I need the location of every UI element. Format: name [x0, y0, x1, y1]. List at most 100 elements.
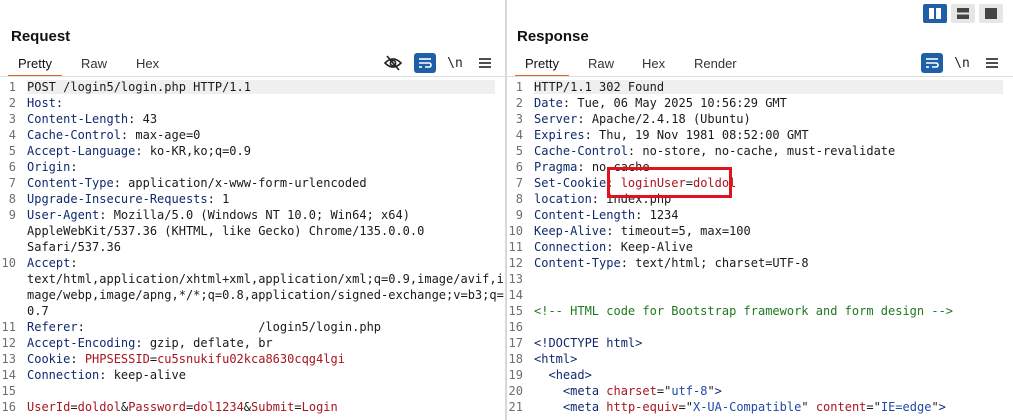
- header-colon: :: [577, 112, 592, 126]
- header-name: Set-Cookie: [534, 176, 607, 190]
- line-number: 10: [508, 224, 523, 238]
- menu-icon[interactable]: [981, 53, 1003, 73]
- line-number: 15: [508, 304, 523, 318]
- response-tab-render[interactable]: Render: [692, 54, 739, 76]
- menu-icon[interactable]: [474, 53, 496, 73]
- line-number: 21: [508, 400, 523, 414]
- attr-value: utf-8: [671, 384, 708, 398]
- header-name: Origin: [27, 160, 71, 174]
- tag-close: >: [570, 352, 578, 366]
- response-tab-hex[interactable]: Hex: [640, 54, 667, 76]
- code-line: 0.7: [27, 304, 495, 318]
- code-line: <meta charset="utf-8">: [534, 384, 1003, 398]
- header-colon: :: [113, 176, 129, 190]
- tag-name: meta: [570, 400, 600, 414]
- line-number: 19: [508, 368, 523, 382]
- header-name: Content-Length: [534, 208, 636, 222]
- attr-value: IE=edge: [880, 400, 932, 414]
- header-name: Upgrade-Insecure-Requests: [27, 192, 208, 206]
- doctype: <!DOCTYPE html>: [534, 336, 643, 350]
- newline-toggle-icon[interactable]: \n: [951, 53, 973, 73]
- header-continuation: text/html,application/xhtml+xml,applicat…: [27, 272, 504, 286]
- header-value: no-store, no-cache, must-revalidate: [642, 144, 896, 158]
- code-line: <meta http-equiv="X-UA-Compatible" conte…: [534, 400, 1003, 414]
- code-line: <html>: [534, 352, 1003, 366]
- start-line: HTTP/1.1 302 Found: [534, 80, 665, 94]
- header-name: Host: [27, 96, 56, 110]
- request-tab-pretty[interactable]: Pretty: [8, 54, 62, 77]
- wrap-lines-icon[interactable]: [414, 53, 436, 73]
- line-number: 1: [515, 80, 523, 94]
- header-name: Accept: [27, 256, 71, 270]
- line-number: 4: [515, 128, 523, 142]
- line-number: 10: [1, 256, 16, 270]
- header-value: 43: [142, 112, 158, 126]
- line-number: 4: [8, 128, 16, 142]
- line-number: 7: [8, 176, 16, 190]
- split-rows-icon[interactable]: [951, 4, 975, 23]
- header-colon: :: [562, 96, 578, 110]
- start-line: POST /login5/login.php HTTP/1.1: [27, 80, 251, 94]
- header-value: Tue, 06 May 2025 10:56:29 GMT: [577, 96, 787, 110]
- line-number: 6: [515, 160, 523, 174]
- param-separator: &: [243, 400, 252, 414]
- header-value: text/html; charset=UTF-8: [635, 256, 809, 270]
- header-colon: :: [99, 208, 114, 222]
- line-number: 18: [508, 352, 523, 366]
- request-tab-hex[interactable]: Hex: [134, 54, 161, 76]
- header-value: application/x-www-form-urlencoded: [128, 176, 367, 190]
- code-line: Date: Tue, 06 May 2025 10:56:29 GMT: [534, 96, 1003, 110]
- header-colon: :: [584, 128, 600, 142]
- code-line: HTTP/1.1 302 Found: [534, 80, 1003, 94]
- attr-name: charset: [606, 384, 657, 398]
- line-number: 9: [8, 208, 16, 222]
- highlight-annotation-box: [607, 167, 732, 198]
- header-name: Server: [534, 112, 578, 126]
- wrap-lines-icon[interactable]: [921, 53, 943, 73]
- line-number: 6: [8, 160, 16, 174]
- param-name: Password: [128, 400, 186, 414]
- param-value: dol1234: [193, 400, 244, 414]
- code-line: Expires: Thu, 19 Nov 1981 08:52:00 GMT: [534, 128, 1003, 142]
- header-name: Content-Type: [534, 256, 621, 270]
- header-name: Content-Length: [27, 112, 129, 126]
- code-line: mage/webp,image/apng,*/*;q=0.8,applicati…: [27, 288, 504, 302]
- code-line: location: index.php: [534, 192, 1003, 206]
- request-tab-raw[interactable]: Raw: [79, 54, 109, 76]
- param-equals: =: [70, 400, 78, 414]
- code-line: <head>: [534, 368, 1003, 382]
- response-title: Response: [517, 28, 589, 45]
- code-line: Server: Apache/2.4.18 (Ubuntu): [534, 112, 1003, 126]
- line-number: 8: [8, 192, 16, 206]
- code-line: Keep-Alive: timeout=5, max=100: [534, 224, 1003, 238]
- code-line: UserId=doldol&Password=dol1234&Submit=Lo…: [27, 400, 495, 414]
- line-number: 11: [508, 240, 523, 254]
- header-colon: :: [606, 240, 621, 254]
- code-line: Cache-Control: max-age=0: [27, 128, 495, 142]
- header-name: Connection: [27, 368, 100, 382]
- header-value: Keep-Alive: [620, 240, 693, 254]
- eye-off-icon[interactable]: [382, 53, 404, 73]
- tag-name: meta: [570, 384, 600, 398]
- line-number: 14: [508, 288, 523, 302]
- single-pane-icon[interactable]: [979, 4, 1003, 23]
- code-line: Content-Length: 43: [27, 112, 495, 126]
- request-title: Request: [11, 28, 71, 45]
- split-columns-icon[interactable]: [923, 4, 947, 23]
- header-colon: :: [627, 144, 643, 158]
- code-line: Accept:: [27, 256, 495, 270]
- newline-toggle-icon[interactable]: \n: [444, 53, 466, 73]
- header-value: ko-KR,ko;q=0.9: [149, 144, 251, 158]
- attr-equals: =": [678, 400, 693, 414]
- attr-quote: ": [931, 400, 939, 414]
- line-number: 15: [1, 384, 16, 398]
- line-number: 14: [1, 368, 16, 382]
- response-tab-pretty[interactable]: Pretty: [515, 54, 569, 77]
- header-name: Accept-Encoding: [27, 336, 136, 350]
- line-number: 20: [508, 384, 523, 398]
- param-equals: =: [294, 400, 302, 414]
- response-tab-raw[interactable]: Raw: [586, 54, 616, 76]
- tag-name: head: [555, 368, 585, 382]
